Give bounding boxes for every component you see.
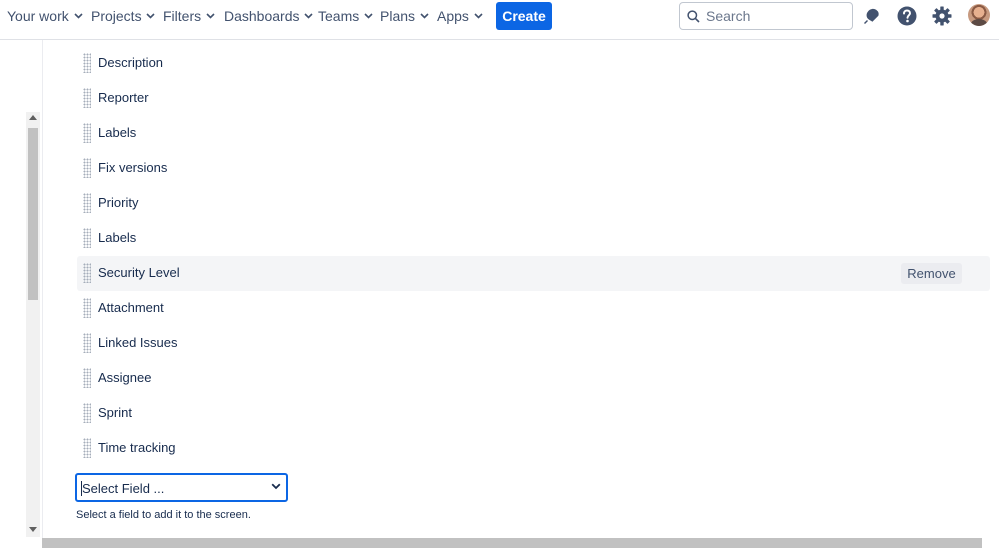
field-label: Labels <box>98 125 137 140</box>
search-icon <box>687 10 700 23</box>
vertical-scrollbar[interactable] <box>26 112 40 537</box>
field-row-security-level[interactable]: Security Level Remove <box>77 256 990 291</box>
field-row-labels[interactable]: Labels <box>77 116 990 151</box>
field-row-time-tracking[interactable]: Time tracking <box>77 431 990 466</box>
nav-filters[interactable]: Filters <box>163 0 215 32</box>
field-label: Fix versions <box>98 160 168 175</box>
drag-handle-icon[interactable] <box>83 263 91 283</box>
top-navigation: Your work Projects Filters Dashboards Te… <box>0 0 999 40</box>
field-row-assignee[interactable]: Assignee <box>77 361 990 396</box>
scroll-down-arrow-icon[interactable] <box>29 527 37 532</box>
nav-plans[interactable]: Plans <box>380 0 429 32</box>
settings-icon[interactable] <box>931 5 953 27</box>
drag-handle-icon[interactable] <box>83 228 91 248</box>
horizontal-scrollbar[interactable] <box>42 538 982 548</box>
notifications-icon[interactable] <box>861 5 883 27</box>
drag-handle-icon[interactable] <box>83 53 91 73</box>
select-field-dropdown[interactable]: Select Field ... <box>75 473 288 502</box>
select-field-value: Select Field ... <box>82 481 165 496</box>
field-label: Priority <box>98 195 139 210</box>
search-box[interactable] <box>679 2 853 30</box>
field-label: Linked Issues <box>98 335 178 350</box>
drag-handle-icon[interactable] <box>83 333 91 353</box>
search-input[interactable] <box>706 6 846 26</box>
chevron-down-icon <box>364 13 373 19</box>
field-row-labels-2[interactable]: Labels <box>77 221 990 256</box>
nav-dashboards[interactable]: Dashboards <box>224 0 313 32</box>
nav-teams[interactable]: Teams <box>318 0 373 32</box>
remove-field-button[interactable]: Remove <box>901 263 962 284</box>
drag-handle-icon[interactable] <box>83 403 91 423</box>
nav-apps[interactable]: Apps <box>437 0 483 32</box>
chevron-down-icon <box>146 13 156 19</box>
drag-handle-icon[interactable] <box>83 193 91 213</box>
scrollbar-thumb[interactable] <box>28 128 38 300</box>
field-row-description[interactable]: Description <box>77 46 990 81</box>
drag-handle-icon[interactable] <box>83 158 91 178</box>
field-row-linked-issues[interactable]: Linked Issues <box>77 326 990 361</box>
field-row-priority[interactable]: Priority <box>77 186 990 221</box>
drag-handle-icon[interactable] <box>83 368 91 388</box>
select-field-help: Select a field to add it to the screen. <box>76 509 251 521</box>
profile-avatar[interactable] <box>968 4 990 26</box>
drag-handle-icon[interactable] <box>83 438 91 458</box>
drag-handle-icon[interactable] <box>83 88 91 108</box>
field-label: Description <box>98 55 164 70</box>
chevron-down-icon <box>74 13 83 19</box>
field-row-sprint[interactable]: Sprint <box>77 396 990 431</box>
field-row-attachment[interactable]: Attachment <box>77 291 990 326</box>
help-icon[interactable] <box>896 5 918 27</box>
drag-handle-icon[interactable] <box>83 123 91 143</box>
create-button[interactable]: Create <box>496 2 552 30</box>
drag-handle-icon[interactable] <box>83 298 91 318</box>
chevron-down-icon <box>420 13 429 19</box>
nav-projects[interactable]: Projects <box>91 0 156 32</box>
field-label: Labels <box>98 230 137 245</box>
field-row-fix-versions[interactable]: Fix versions <box>77 151 990 186</box>
field-label: Assignee <box>98 370 152 385</box>
chevron-down-icon <box>206 13 215 19</box>
chevron-down-icon <box>271 483 281 490</box>
chevron-down-icon <box>474 13 483 19</box>
field-label: Sprint <box>98 405 132 420</box>
field-row-reporter[interactable]: Reporter <box>77 81 990 116</box>
scroll-up-arrow-icon[interactable] <box>29 115 37 120</box>
chevron-down-icon <box>304 13 313 19</box>
field-label: Time tracking <box>98 440 176 455</box>
field-label: Reporter <box>98 90 149 105</box>
field-label: Attachment <box>98 300 164 315</box>
nav-your-work[interactable]: Your work <box>7 0 83 32</box>
field-label: Security Level <box>98 265 180 280</box>
screen-field-list: Description Reporter Labels Fix versions… <box>77 46 990 466</box>
